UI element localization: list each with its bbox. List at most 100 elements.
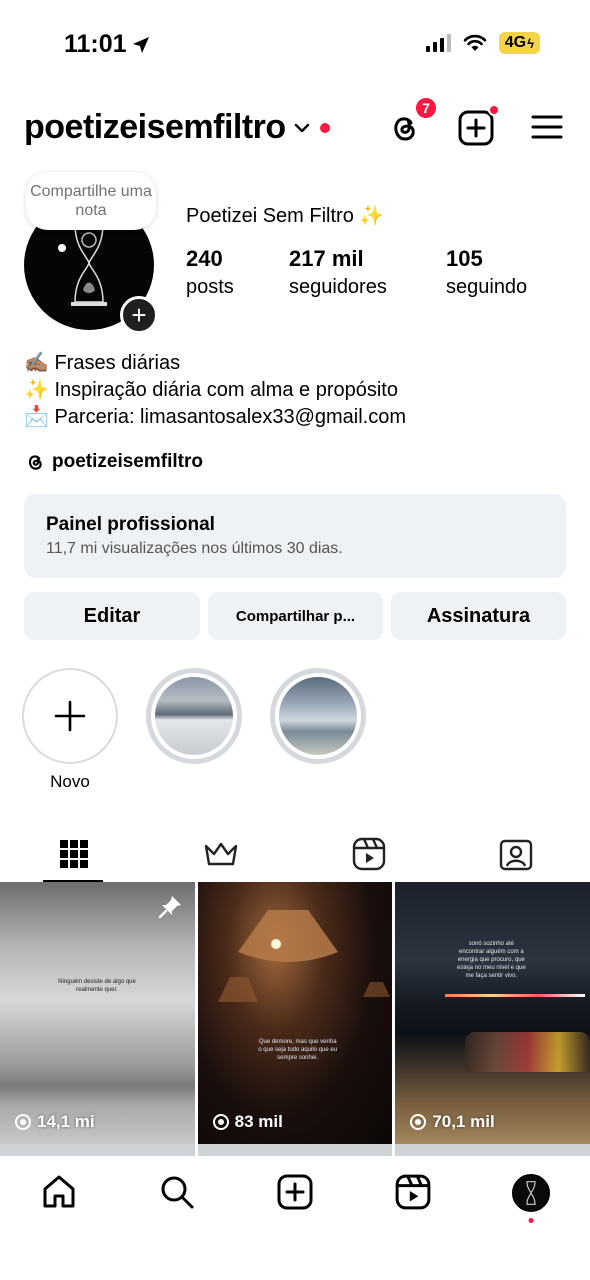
share-profile-button[interactable]: Compartilhar p...: [208, 592, 383, 640]
profile-stats: 240 posts 217 mil seguidores 105 seguind…: [186, 246, 566, 299]
lamp-illustration: [217, 910, 390, 1002]
highlight-item[interactable]: [146, 668, 242, 792]
post-tile[interactable]: sonó sozinho até encontrar alguém com a …: [395, 882, 590, 1144]
highlight-new[interactable]: Novo: [22, 668, 118, 792]
pro-panel-title: Painel profissional: [46, 514, 215, 535]
highlight-item[interactable]: [270, 668, 366, 792]
posts-grid: Ninguém desiste de algo que realmente qu…: [0, 882, 590, 1144]
post-views: 70,1 mil: [409, 1112, 495, 1132]
play-views-icon: [15, 1114, 31, 1130]
bio-line: 📩 Parceria: limasantosalex33@gmail.com: [24, 404, 406, 431]
bio-text: Inspiração diária com alma e propósito: [54, 379, 398, 401]
add-story-button[interactable]: +: [120, 296, 158, 334]
post-view-count: 70,1 mil: [432, 1112, 495, 1131]
tab-reels[interactable]: [295, 826, 443, 882]
post-tile[interactable]: Ninguém desiste de algo que realmente qu…: [0, 882, 195, 1144]
note-tail: [58, 244, 66, 252]
grid-icon: [59, 840, 88, 868]
pin-icon: [158, 896, 181, 919]
plus-square-icon: [277, 1174, 313, 1210]
new-highlight-circle: [22, 668, 118, 764]
nav-search[interactable]: [118, 1156, 236, 1280]
threads-icon: [28, 455, 42, 470]
nav-home[interactable]: [0, 1156, 118, 1280]
stat-posts[interactable]: 240 posts: [186, 246, 289, 299]
menu-button[interactable]: [530, 110, 566, 146]
home-icon: [43, 1175, 75, 1208]
status-bar: 11:01 4G ϟ: [0, 0, 590, 90]
stat-posts-value: 240: [186, 246, 223, 271]
highlight-ring: [270, 668, 366, 764]
status-time: 11:01: [64, 30, 127, 58]
post-views: 14,1 mi: [14, 1112, 95, 1132]
nav-profile[interactable]: [472, 1156, 590, 1280]
content-tabs: [0, 826, 590, 882]
signal-icon: [425, 34, 451, 52]
threads-button[interactable]: 7: [386, 96, 438, 146]
reels-icon: [352, 837, 385, 871]
subscription-button[interactable]: Assinatura: [391, 592, 566, 640]
search-icon: [161, 1176, 194, 1209]
stat-following[interactable]: 105 seguindo: [446, 246, 527, 299]
tagged-person-icon: [500, 839, 533, 871]
bio-emoji: ✨: [24, 379, 49, 401]
stat-followers-value: 217 mil: [289, 246, 364, 271]
post-views: 83 mil: [212, 1112, 283, 1132]
profile-notification-dot: [528, 1218, 534, 1223]
bio-text: Parceria: limasantosalex33@gmail.com: [54, 406, 407, 428]
note-text: Compartilhe uma nota: [30, 183, 152, 220]
highlight-sky-image: [279, 677, 357, 755]
tab-posts-grid[interactable]: [0, 826, 148, 882]
plus-icon: [54, 700, 86, 732]
account-switcher[interactable]: poetizeisemfiltro: [24, 108, 330, 147]
tab-tagged[interactable]: [443, 826, 590, 882]
edit-profile-button[interactable]: Editar: [24, 592, 200, 640]
stat-posts-label: posts: [186, 276, 234, 298]
highlight-beach-image: [155, 677, 233, 755]
post-view-count: 14,1 mi: [37, 1112, 95, 1131]
story-highlights: Novo: [22, 668, 366, 792]
hamburger-menu-icon: [531, 115, 563, 139]
create-dot: [488, 104, 500, 116]
next-row-peek: [0, 1144, 590, 1156]
nav-reels[interactable]: [354, 1156, 472, 1280]
battery-icon: 4G ϟ: [498, 32, 540, 54]
wifi-icon: [463, 34, 487, 51]
post-caption: Ninguém desiste de algo que realmente qu…: [58, 979, 136, 993]
hourglass-logo-icon: [71, 220, 107, 306]
post-caption: Que demore, mas que venha o que seja tud…: [258, 1039, 338, 1061]
plus-square-icon: [458, 110, 494, 146]
play-views-icon: [212, 1114, 229, 1130]
crown-icon: [205, 842, 238, 866]
bio-line: ✨ Inspiração diária com alma e propósito: [24, 377, 406, 404]
pro-panel-subtitle: 11,7 mi visualizações nos últimos 30 dia…: [46, 540, 343, 557]
stat-following-label: seguindo: [446, 276, 528, 298]
location-arrow-icon: [132, 36, 149, 53]
tab-subscriptions[interactable]: [148, 826, 296, 882]
status-time-group: 11:01: [64, 30, 151, 59]
profile-avatar-icon: [512, 1174, 550, 1212]
professional-dashboard[interactable]: Painel profissional 11,7 mi visualizaçõe…: [24, 494, 566, 578]
threads-handle: poetizeisemfiltro: [52, 451, 203, 472]
profile-header: poetizeisemfiltro 7: [0, 96, 590, 160]
people-silhouettes: [465, 1032, 590, 1072]
header-username: poetizeisemfiltro: [24, 108, 286, 146]
note-bubble[interactable]: Compartilhe uma nota: [26, 172, 156, 230]
profile-actions: Editar Compartilhar p... Assinatura: [24, 592, 566, 640]
bottom-navigation: [0, 1156, 590, 1280]
post-tile[interactable]: Que demore, mas que venha o que seja tud…: [197, 882, 393, 1144]
status-right: 4G ϟ: [425, 32, 540, 54]
create-button[interactable]: [458, 104, 500, 146]
threads-profile-link[interactable]: poetizeisemfiltro: [24, 451, 203, 473]
chevron-down-icon: [294, 123, 309, 132]
stat-following-value: 105: [446, 246, 483, 271]
horizon-lights: [445, 994, 586, 997]
stat-followers[interactable]: 217 mil seguidores: [289, 246, 446, 299]
threads-badge: 7: [414, 96, 438, 120]
new-highlight-label: Novo: [50, 772, 90, 791]
nav-create[interactable]: [236, 1156, 354, 1280]
bio-text: Frases diárias: [54, 352, 181, 374]
charging-bolt-icon: ϟ: [527, 35, 534, 51]
profile-full-name: Poetizei Sem Filtro ✨: [186, 205, 385, 227]
stat-followers-label: seguidores: [289, 276, 387, 298]
